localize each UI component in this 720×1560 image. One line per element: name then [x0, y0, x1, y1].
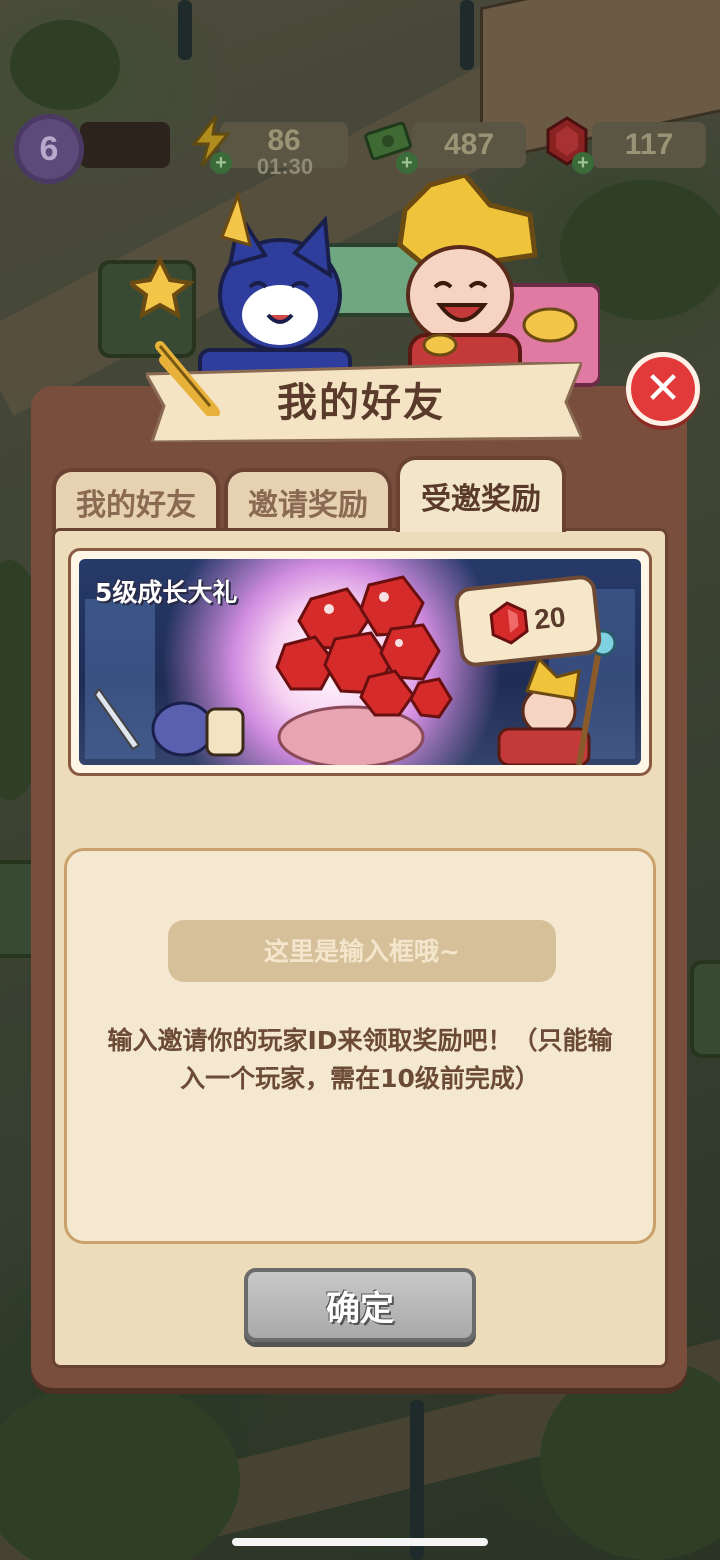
background-lamp [178, 0, 192, 60]
add-gem-button[interactable]: + [572, 152, 594, 174]
add-cash-button[interactable]: + [396, 152, 418, 174]
side-button[interactable] [690, 960, 720, 1058]
confirm-button[interactable]: 确定 [244, 1268, 476, 1342]
dialog-title: 我的好友 [277, 380, 445, 426]
tab-invited-rewards[interactable]: 受邀奖励 [396, 456, 566, 532]
reward-illustration: 5级成长大礼 20 [79, 559, 641, 765]
energy-value: 86 [267, 124, 301, 157]
add-energy-button[interactable]: + [210, 152, 232, 174]
tab-label: 邀请奖励 [248, 488, 368, 523]
cash-value: 487 [443, 128, 495, 161]
tab-invite-rewards[interactable]: 邀请奖励 [224, 468, 392, 532]
tab-label: 我的好友 [76, 488, 196, 523]
level-value: 6 [39, 129, 59, 168]
reward-amount-bubble: 20 [453, 573, 603, 669]
close-icon: ✕ [644, 363, 682, 414]
reward-title: 5级成长大礼 [95, 578, 238, 607]
confirm-label: 确定 [326, 1288, 394, 1329]
close-button[interactable]: ✕ [626, 352, 700, 426]
background-lamp [460, 0, 474, 70]
gem-counter[interactable]: 117 [592, 122, 706, 168]
tab-my-friends[interactable]: 我的好友 [52, 468, 220, 532]
invite-hint-text: 输入邀请你的玩家ID来领取奖励吧！（只能输入一个玩家，需在10级前完成） [107, 1026, 613, 1093]
level-badge-icon[interactable]: 6 [14, 114, 84, 184]
home-indicator[interactable] [232, 1538, 488, 1546]
background-bush [0, 1380, 240, 1560]
tab-label: 受邀奖励 [421, 482, 541, 517]
reward-gem-count: 20 [532, 601, 567, 636]
gem-value: 117 [624, 128, 674, 161]
inviter-id-input[interactable] [168, 920, 556, 982]
gem-icon [489, 601, 530, 645]
background-bush [10, 20, 120, 110]
reward-banner: 5级成长大礼 20 [68, 548, 652, 776]
cash-counter[interactable]: 487 [412, 122, 526, 168]
level-progress-bar [80, 122, 170, 168]
background-lamp [410, 1400, 424, 1560]
